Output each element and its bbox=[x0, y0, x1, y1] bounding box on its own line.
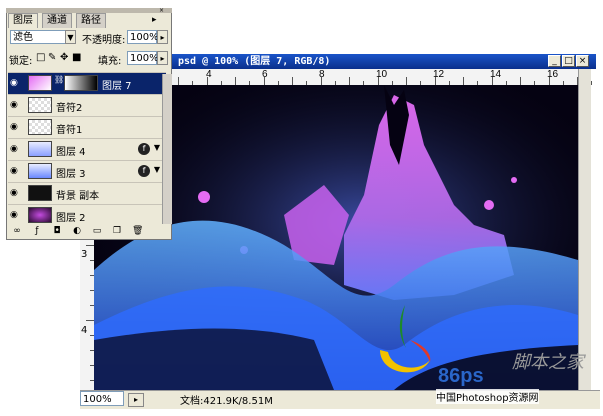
layer-row[interactable]: ◉ ⛓ 图层 7 bbox=[8, 72, 166, 94]
zoom-field[interactable]: 100% bbox=[80, 391, 124, 406]
ruler-tick bbox=[349, 77, 350, 85]
site-name: 中国Photoshop资源网 bbox=[436, 389, 539, 404]
layer-thumbnail bbox=[28, 163, 52, 179]
palette-footer: ∞ ƒ ◘ ◐ ▭ ❐ 🗑 bbox=[8, 224, 166, 238]
tab-layers[interactable]: 图层 bbox=[8, 13, 38, 28]
status-menu-icon[interactable]: ▸ bbox=[128, 393, 144, 407]
lock-move-icon[interactable]: ✥ bbox=[60, 52, 68, 63]
layer-row[interactable]: ◉ 音符2 bbox=[8, 94, 166, 116]
lock-paint-icon[interactable]: ✎ bbox=[48, 52, 56, 63]
ruler-tick bbox=[548, 77, 550, 85]
86ps-logo bbox=[370, 300, 440, 385]
layer-thumbnail bbox=[28, 97, 52, 113]
fill-arrow-icon[interactable]: ▸ bbox=[157, 51, 168, 65]
ruler-label: 4 bbox=[81, 325, 88, 336]
eye-icon[interactable]: ◉ bbox=[10, 210, 20, 220]
opacity-arrow-icon[interactable]: ▸ bbox=[157, 30, 168, 44]
add-style-icon[interactable]: ƒ bbox=[32, 226, 42, 236]
ruler-tick bbox=[434, 77, 436, 85]
palette-close-icon[interactable]: × bbox=[159, 8, 169, 14]
add-mask-icon[interactable]: ◘ bbox=[52, 226, 62, 236]
fill-field[interactable]: 100% bbox=[127, 51, 159, 65]
opacity-field[interactable]: 100% bbox=[127, 30, 159, 44]
layer-name: 图层 4 bbox=[56, 147, 86, 158]
brand-text: 86ps bbox=[438, 365, 484, 387]
tab-paths[interactable]: 路径 bbox=[76, 13, 106, 28]
document-title[interactable]: psd @ 100% (图层 7, RGB/8) bbox=[170, 54, 596, 69]
eye-icon[interactable]: ◉ bbox=[10, 166, 20, 176]
adjustment-layer-icon[interactable]: ◐ bbox=[72, 226, 82, 236]
layer-row[interactable]: ◉ 图层 2 bbox=[8, 204, 166, 226]
new-group-icon[interactable]: ▭ bbox=[92, 226, 102, 236]
document-info: 文档:421.9K/8.51M bbox=[180, 396, 273, 407]
trash-icon[interactable]: 🗑 bbox=[132, 226, 143, 236]
layer-style-icon[interactable]: f bbox=[138, 165, 150, 177]
ruler-tick bbox=[320, 77, 322, 85]
ruler-tick bbox=[86, 245, 94, 246]
ruler-label: 3 bbox=[81, 249, 88, 260]
ruler-tick bbox=[491, 77, 493, 85]
layer-row[interactable]: ◉ 音符1 bbox=[8, 116, 166, 138]
tab-channels[interactable]: 通道 bbox=[42, 13, 72, 28]
layer-name: 背景 副本 bbox=[56, 191, 100, 202]
chevron-down-icon[interactable]: ▼ bbox=[65, 30, 76, 44]
ruler-tick bbox=[591, 81, 593, 85]
palette-menu-icon[interactable]: ▸ bbox=[152, 15, 157, 25]
ruler-tick bbox=[86, 320, 94, 321]
layer-row[interactable]: ◉ 背景 副本 bbox=[8, 182, 166, 204]
layer-thumbnail bbox=[28, 141, 52, 157]
expand-arrow-icon[interactable]: ▼ bbox=[154, 143, 160, 152]
link-icon: ⛓ bbox=[54, 75, 65, 84]
eye-icon[interactable]: ◉ bbox=[10, 144, 20, 154]
layer-thumbnail bbox=[28, 207, 52, 223]
eye-icon[interactable]: ◉ bbox=[10, 188, 20, 198]
vertical-scrollbar[interactable] bbox=[578, 69, 591, 390]
ruler-tick bbox=[292, 77, 293, 85]
layer-style-icon[interactable]: f bbox=[138, 143, 150, 155]
ruler-top: 4 6 8 10 12 14 16 bbox=[170, 69, 593, 86]
minimize-button[interactable]: _ bbox=[548, 55, 561, 67]
lock-all-icon[interactable]: ■ bbox=[72, 52, 81, 63]
ruler-tick bbox=[520, 77, 521, 85]
layer-name: 音符1 bbox=[56, 125, 83, 136]
ruler-tick bbox=[377, 77, 379, 85]
close-button[interactable]: × bbox=[576, 55, 589, 67]
ruler-tick bbox=[235, 77, 236, 85]
lock-label: 锁定: bbox=[9, 56, 33, 67]
expand-arrow-icon[interactable]: ▼ bbox=[154, 165, 160, 174]
palette-scrollbar[interactable] bbox=[162, 74, 172, 224]
eye-icon[interactable]: ◉ bbox=[10, 100, 20, 110]
layer-row[interactable]: ◉ 图层 3 f ▼ bbox=[8, 160, 166, 182]
fill-label: 填充: bbox=[98, 56, 122, 67]
layer-name: 音符2 bbox=[56, 103, 83, 114]
lock-transparent-icon[interactable]: □ bbox=[36, 52, 45, 63]
eye-icon[interactable]: ◉ bbox=[10, 78, 20, 88]
layer-thumbnail bbox=[28, 185, 52, 201]
layer-thumbnail bbox=[28, 75, 52, 91]
ruler-tick bbox=[263, 77, 265, 85]
ruler-tick bbox=[406, 77, 407, 85]
maximize-button[interactable]: □ bbox=[562, 55, 575, 67]
eye-icon[interactable]: ◉ bbox=[10, 122, 20, 132]
layer-row[interactable]: ◉ 图层 4 f ▼ bbox=[8, 138, 166, 160]
ruler-tick bbox=[178, 77, 179, 85]
new-layer-icon[interactable]: ❐ bbox=[112, 226, 122, 236]
link-layers-icon[interactable]: ∞ bbox=[12, 226, 22, 236]
ruler-tick bbox=[463, 77, 464, 85]
layer-thumbnail bbox=[28, 119, 52, 135]
layer-name: 图层 7 bbox=[102, 81, 132, 92]
script-watermark: 脚本之家 bbox=[512, 352, 584, 373]
ruler-tick bbox=[206, 77, 208, 85]
layer-mask-thumbnail[interactable] bbox=[64, 75, 98, 91]
layer-name: 图层 3 bbox=[56, 169, 86, 180]
layer-name: 图层 2 bbox=[56, 213, 86, 224]
opacity-label: 不透明度: bbox=[82, 35, 126, 46]
